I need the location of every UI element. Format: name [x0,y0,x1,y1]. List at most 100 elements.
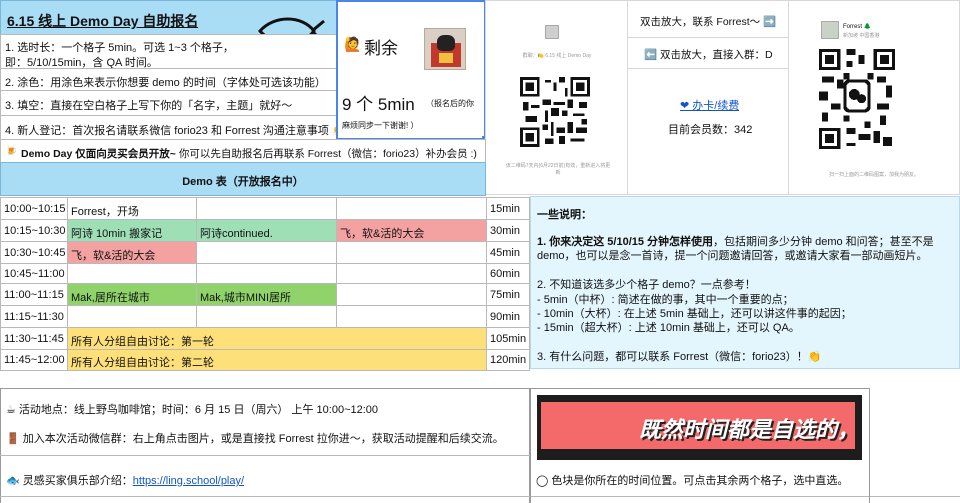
rule-4-cell[interactable]: 4. 新人登记：首次报名请联系微信 forio23 和 Forrest 沟通注意… [0,115,337,140]
schedule-cell-dur[interactable]: 45min [486,241,530,264]
schedule-cell-dur[interactable]: 60min [486,263,530,284]
time-slot-label: 11:00~11:15 [4,289,64,301]
notes-p3: 3. 有什么问题，都可以联系 Forrest（微信：forio23）！👏 [537,351,822,363]
rule-1-line1: 1. 选时长：一个格子 5min。可选 1~3 个格子， [5,42,234,54]
schedule-cell-time[interactable]: 10:45~11:00 [0,263,68,284]
group-qr-cell[interactable]: 群聊：🍋 6.15 线上 Demo Day 该二维码7天内(6月22日前)有效，… [485,0,628,195]
schedule-cell-c3[interactable]: 飞，软&活的大会 [336,219,487,242]
rule-1-cell[interactable]: 1. 选时长：一个格子 5min。可选 1~3 个格子， 即：5/10/15mi… [0,34,337,69]
schedule-cell-c1[interactable] [67,263,197,284]
club-text: 🐟 灵感买家俱乐部介绍：https://ling.school/play/ [6,472,244,488]
rule-2-text: 2. 涂色：用涂色来表示你想要 demo 的时间（字体处可选该功能） [5,77,326,89]
remaining-note-2: 麻烦同步一下谢谢! ） [342,121,419,130]
schedule-cell-c3[interactable] [336,305,487,328]
slot-entry: Mak,居所在城市 [71,292,150,304]
schedule-cell-time[interactable]: 10:30~10:45 [0,241,68,264]
slot-entry: 阿诗continued. [200,228,273,240]
group-qr-code[interactable] [520,77,590,147]
time-slot-label: 10:30~10:45 [4,247,66,259]
notice-cell[interactable]: 🍺 Demo Day 仅面向灵买会员开放~ 你可以先自助报名后再联系 Forre… [0,139,486,163]
slogan-banner[interactable]: 既然时间都是自选的， [541,402,859,449]
schedule-cell-time[interactable]: 11:45~12:00 [0,349,68,371]
banner-frame: 既然时间都是自选的， [537,395,862,460]
schedule-table: 10:00~10:15 Forrest，开场 15min 10:15~10:30 阿诗 … [0,197,530,371]
slot-entry: 所有人分组自由讨论：第一轮 [71,336,214,348]
schedule-cell-time[interactable]: 11:15~11:30 [0,305,68,328]
fish-icon [258,17,325,34]
remaining-note: （报名后的你 [426,99,474,108]
duration-label: 60min [490,268,520,280]
remaining-label: 剩余 [364,39,398,58]
schedule-cell-c2[interactable]: Mak,城市MINI居所 [196,283,337,306]
personal-qr-code[interactable] [819,49,895,149]
schedule-cell-time[interactable]: 11:30~11:45 [0,327,68,350]
slot-entry: 所有人分组自由讨论：第二轮 [71,357,214,369]
member-count: 目前会员数：342 [668,124,753,136]
schedule-cell-c3[interactable] [336,241,487,264]
personal-name: Forrest 🌲 [843,24,872,30]
time-slot-label: 10:45~11:00 [4,268,65,280]
schedule-cell-dur[interactable]: 15min [486,197,530,220]
slot-entry: 飞，软&活的大会 [340,228,425,240]
schedule-cell-c1[interactable]: 阿诗 10min 搬家记 [67,219,197,242]
remaining-photo [424,28,466,70]
time-slot-label: 11:15~11:30 [4,311,64,323]
personal-avatar [821,21,839,39]
zoom-group-text: ⬅️ 双击放大，直接入群：D [644,49,773,61]
rule-3-text: 3. 填空：直接在空白格子上写下你的「名字，主题」就好～ [5,100,293,112]
schedule-header[interactable]: Demo 表（开放报名中） [0,162,486,196]
schedule-cell-c3[interactable] [336,263,487,284]
notice-bold: Demo Day 仅面向灵买会员开放~ [21,148,176,160]
schedule-cell-c1[interactable]: 飞，软&活的大会 [67,241,197,264]
schedule-cell-c1[interactable] [67,305,197,328]
slot-entry: 阿诗 10min 搬家记 [71,228,163,240]
schedule-cell-c2[interactable]: 阿诗continued. [196,219,337,242]
schedule-cell-c1[interactable]: Mak,居所在城市 [67,283,197,306]
schedule-cell-c2[interactable] [196,241,337,264]
schedule-cell-c1[interactable]: Forrest，开场 [67,197,197,220]
notes-panel[interactable]: 一些说明： 1. 你来决定这 5/10/15 分钟怎样使用，包括期间多少分钟 d… [530,196,960,369]
notice-rest: 你可以先自助报名后再联系 Forrest（微信：forio23）补办会员 :) [175,148,477,160]
schedule-cell-c1[interactable]: 所有人分组自由讨论：第一轮 [67,327,487,350]
club-link[interactable]: https://ling.school/play/ [133,475,244,487]
duration-label: 75min [490,289,520,301]
rule-3-cell[interactable]: 3. 填空：直接在空白格子上写下你的「名字，主题」就好～ [0,90,337,116]
notes-p2: 2. 不知道该选多少个格子 demo？一点参考！ [537,279,756,291]
membership-card-link[interactable]: ❤ 办卡/续费 [680,97,739,113]
group-qr-caption: 群聊：🍋 6.15 线上 Demo Day [522,53,592,59]
schedule-cell-c2[interactable] [196,197,337,220]
schedule-cell-dur[interactable]: 75min [486,283,530,306]
schedule-cell-dur[interactable]: 90min [486,305,530,328]
time-slot-label: 10:00~10:15 [4,203,66,215]
schedule-cell-c3[interactable] [336,283,487,306]
schedule-cell-dur[interactable]: 105min [486,327,530,350]
time-slot-label: 10:15~10:30 [4,225,66,237]
join-group-text: 🚪 加入本次活动微信群：右上角点击图片，或是直接找 Forrest 拉你进～，获… [6,433,504,445]
schedule-cell-dur[interactable]: 120min [486,349,530,371]
zoom-group-cell[interactable]: ⬅️ 双击放大，直接入群：D [627,37,789,69]
duration-label: 15min [490,203,520,215]
rule-1-line2: 即：5/10/15min，含 QA 时间。 [5,57,158,69]
zoom-contact-cell[interactable]: 双击放大，联系 Forrest～ ➡️ [627,0,789,38]
title-cell[interactable]: 6.15 线上 Demo Day 自助报名 [0,0,337,35]
schedule-cell-c2[interactable] [196,305,337,328]
schedule-cell-dur[interactable]: 30min [486,219,530,242]
schedule-cell-c3[interactable] [336,197,487,220]
schedule-cell-c1[interactable]: 所有人分组自由讨论：第二轮 [67,349,487,371]
rule-4-text: 4. 新人登记：首次报名请联系微信 forio23 和 Forrest 沟通注意… [5,125,337,137]
schedule-cell-time[interactable]: 11:00~11:15 [0,283,68,306]
membership-cell: ❤ 办卡/续费 目前会员数：342 [627,68,789,195]
schedule-cell-time[interactable]: 10:15~10:30 [0,219,68,242]
duration-label: 105min [490,333,527,345]
notes-p2-c: - 15min（超大杯）: 上述 10min 基础上，还可以 QA。 [537,322,800,334]
remaining-cell[interactable]: 🙋 剩余 9 个 5min （报名后的你 麻烦同步一下谢谢! ） [336,0,486,140]
group-qr-footer: 该二维码7天内(6月22日前)有效，重新进入将更新 [505,163,611,176]
color-tip-text: ◯ 色块是你所在的时间位置。可点击其余两个格子，选中直选。 [536,475,849,487]
schedule-cell-c2[interactable] [196,263,337,284]
location-text: ☕ 活动地点：线上野鸟咖啡馆；时间：6 月 15 日（周六） 上午 10:00~… [6,404,379,416]
beer-icon: 🍺 [5,145,18,156]
zoom-contact-text: 双击放大，联系 Forrest～ ➡️ [640,16,777,28]
schedule-cell-time[interactable]: 10:00~10:15 [0,197,68,220]
personal-qr-cell[interactable]: Forrest 🌲 新加坡 中国香港 扫一扫上面的二维码图案，加我为朋友。 [788,0,960,195]
rule-2-cell[interactable]: 2. 涂色：用涂色来表示你想要 demo 的时间（字体处可选该功能） [0,68,337,91]
